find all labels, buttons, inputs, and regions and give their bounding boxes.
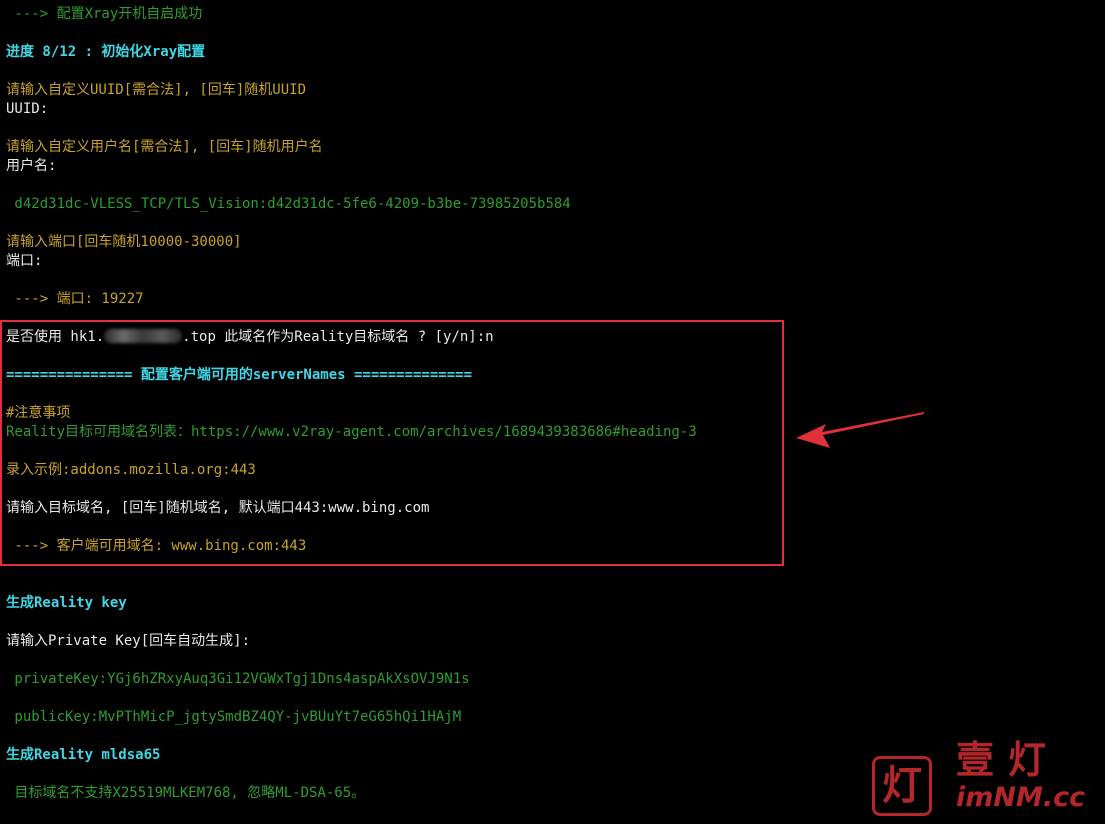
reality-domain-question[interactable]: 是否使用 hk1. .top 此域名作为Reality目标域名 ? [y/n]:n bbox=[6, 328, 494, 347]
question-suffix: .top 此域名作为Reality目标域名 ? [y/n]:n bbox=[182, 329, 494, 345]
progress-heading: 进度 8/12 : 初始化Xray配置 bbox=[6, 44, 206, 60]
port-input-line[interactable]: 端口: bbox=[6, 252, 42, 271]
redacted-domain-blur bbox=[104, 329, 183, 343]
servernames-heading: =============== 配置客户端可用的serverNames ====… bbox=[6, 367, 473, 383]
uuid-input-line[interactable]: UUID: bbox=[6, 100, 48, 119]
watermark-chars: 壹灯 bbox=[956, 737, 1061, 782]
arrow-left-icon bbox=[796, 412, 924, 448]
port-prompt: 请输入端口[回车随机10000-30000] bbox=[6, 234, 242, 250]
username-input-line[interactable]: 用户名: bbox=[6, 157, 56, 176]
mldsa-heading: 生成Reality mldsa65 bbox=[6, 747, 161, 763]
private-key-input-line[interactable]: 请输入Private Key[回车自动生成]: bbox=[6, 632, 250, 651]
target-domain-input-line[interactable]: 请输入目标域名, [回车]随机域名, 默认端口443:www.bing.com bbox=[6, 499, 429, 518]
private-key-value: privateKey:YGj6hZRxyAuq3Gi12VGWxTgj1Dns4… bbox=[6, 671, 470, 687]
reality-key-heading: 生成Reality key bbox=[6, 595, 127, 611]
terminal-window[interactable]: ---> 配置Xray开机自启成功 进度 8/12 : 初始化Xray配置 请输… bbox=[0, 0, 1105, 824]
notes-heading: #注意事项 bbox=[6, 405, 71, 421]
uuid-prompt: 请输入自定义UUID[需合法], [回车]随机UUID bbox=[6, 82, 307, 98]
watermark-stamp: 灯 bbox=[872, 756, 932, 816]
port-result: ---> 端口: 19227 bbox=[6, 291, 144, 307]
highlight-box bbox=[0, 320, 784, 566]
watermark-logo: 灯 壹灯 imNM.cc bbox=[870, 737, 1100, 820]
watermark-domain: imNM.cc bbox=[956, 782, 1086, 813]
client-domain-result: ---> 客户端可用域名: www.bing.com:443 bbox=[6, 538, 307, 554]
username-prompt: 请输入自定义用户名[需合法], [回车]随机用户名 bbox=[6, 139, 323, 155]
mldsa-skip-notice: 目标域名不支持X25519MLKEM768, 忽略ML-DSA-65。 bbox=[6, 785, 366, 801]
generated-user-id: d42d31dc-VLESS_TCP/TLS_Vision:d42d31dc-5… bbox=[6, 196, 571, 212]
question-prefix: 是否使用 hk1. bbox=[6, 329, 105, 345]
reality-domain-list-link[interactable]: Reality目标可用域名列表：https://www.v2ray-agent.… bbox=[6, 423, 697, 442]
status-line-autostart: ---> 配置Xray开机自启成功 bbox=[6, 6, 203, 22]
input-example: 录入示例:addons.mozilla.org:443 bbox=[6, 462, 256, 478]
public-key-value: publicKey:MvPThMicP_jgtySmdBZ4QY-jvBUuYt… bbox=[6, 709, 462, 725]
